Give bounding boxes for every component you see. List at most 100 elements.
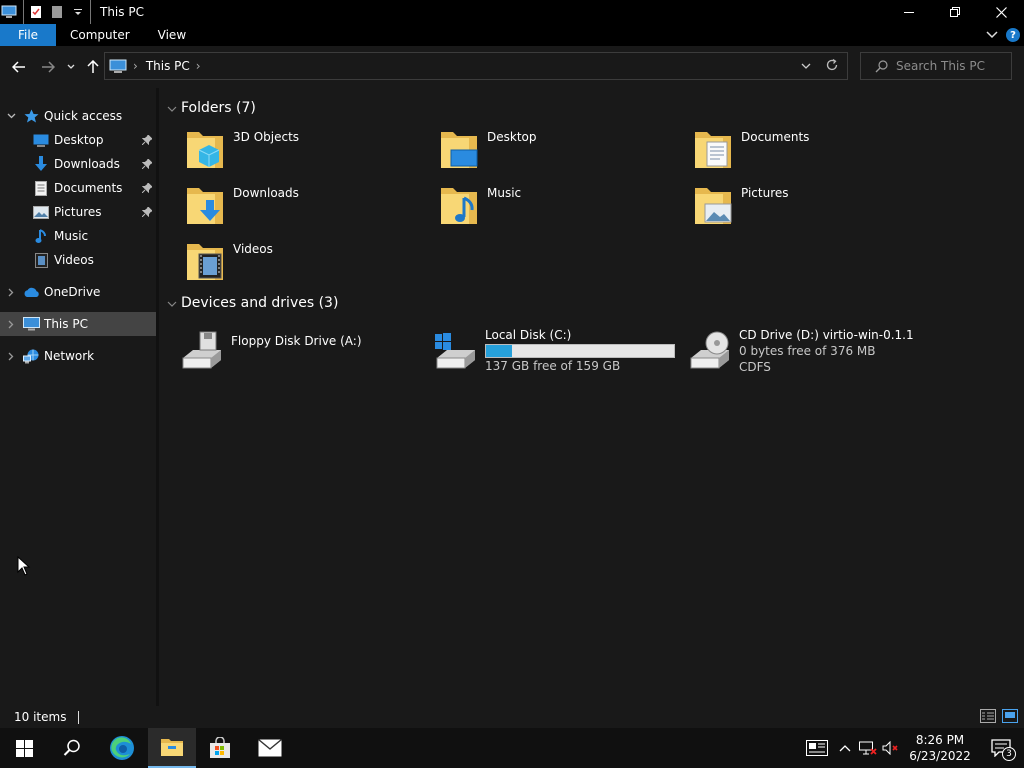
file-explorer-taskbar-icon[interactable] (148, 728, 196, 768)
action-center-icon[interactable]: 3 (978, 739, 1024, 761)
folder-music[interactable]: Music (415, 182, 665, 232)
nav-label: Network (44, 349, 95, 363)
new-folder-icon[interactable] (47, 0, 67, 24)
downloads-folder-icon (187, 188, 223, 224)
taskbar: 8:26 PM 6/23/2022 3 (0, 728, 1024, 768)
drive-cd-d[interactable]: CD Drive (D:) virtio-win-0.1.1 0 bytes f… (667, 328, 917, 378)
network-status-icon[interactable] (856, 741, 880, 755)
music-folder-icon (441, 188, 477, 224)
large-icons-view-icon[interactable] (1002, 709, 1018, 726)
folder-downloads[interactable]: Downloads (161, 182, 411, 232)
nav-item-pictures[interactable]: Pictures (0, 200, 156, 224)
recent-locations-button[interactable] (64, 58, 78, 76)
clock[interactable]: 8:26 PM 6/23/2022 (902, 732, 978, 764)
folder-desktop[interactable]: Desktop (415, 126, 665, 176)
chevron-down-icon[interactable] (167, 295, 181, 311)
pin-icon[interactable] (141, 158, 153, 172)
close-button[interactable] (978, 0, 1024, 24)
this-pc-icon (109, 59, 127, 73)
folder-documents[interactable]: Documents (669, 126, 919, 176)
nav-onedrive[interactable]: OneDrive (0, 280, 156, 304)
nav-item-videos[interactable]: Videos (0, 248, 156, 272)
details-view-icon[interactable] (980, 709, 996, 726)
download-icon (32, 156, 50, 172)
search-button[interactable] (48, 728, 96, 768)
news-and-interests-icon[interactable] (800, 740, 834, 756)
this-pc-icon[interactable] (0, 0, 18, 24)
navigation-pane: Quick access Desktop Downloads Documents… (0, 88, 156, 706)
nav-label: Quick access (44, 109, 123, 123)
store-icon[interactable] (196, 728, 244, 768)
back-button[interactable] (10, 58, 28, 76)
chevron-right-icon[interactable] (0, 288, 22, 297)
nav-this-pc[interactable]: This PC (0, 312, 156, 336)
item-count: 10 items (14, 710, 67, 724)
folders-group-header[interactable]: Folders (7) (167, 98, 256, 118)
video-icon (32, 252, 50, 268)
star-icon (22, 108, 40, 124)
nav-item-downloads[interactable]: Downloads (0, 152, 156, 176)
disk-usage-fill (486, 345, 513, 357)
chevron-down-icon[interactable] (167, 100, 181, 116)
folder-videos[interactable]: Videos (161, 238, 411, 288)
chevron-down-icon[interactable] (0, 113, 22, 119)
search-box[interactable] (860, 52, 1012, 80)
drive-local-c[interactable]: Local Disk (C:) 137 GB free of 159 GB (413, 328, 675, 378)
address-history-icon[interactable] (801, 59, 811, 73)
nav-label: This PC (44, 317, 88, 331)
expand-ribbon-icon[interactable] (986, 28, 998, 42)
minimize-button[interactable] (886, 0, 932, 24)
show-hidden-icons-chevron-icon[interactable] (834, 744, 856, 752)
nav-label: Videos (54, 253, 94, 267)
tab-computer[interactable]: Computer (56, 24, 144, 46)
pictures-folder-icon (695, 188, 732, 224)
picture-icon (32, 204, 50, 220)
folder-pictures[interactable]: Pictures (669, 182, 919, 232)
forward-button[interactable] (39, 58, 57, 76)
nav-quick-access[interactable]: Quick access (0, 104, 156, 128)
videos-folder-icon (187, 244, 223, 280)
breadcrumb-this-pc[interactable]: This PC (146, 59, 190, 73)
system-tray: 8:26 PM 6/23/2022 3 (800, 728, 1024, 768)
chevron-right-icon[interactable]: › (196, 59, 201, 73)
desktop-icon (32, 132, 50, 148)
folder-3d-objects[interactable]: 3D Objects (161, 126, 411, 176)
mouse-cursor-icon (17, 556, 31, 576)
properties-icon[interactable] (29, 0, 43, 24)
restore-button[interactable] (932, 0, 978, 24)
nav-item-music[interactable]: Music (0, 224, 156, 248)
pin-icon[interactable] (141, 182, 153, 196)
chevron-right-icon[interactable] (0, 320, 22, 329)
chevron-right-icon[interactable] (0, 352, 22, 361)
address-bar[interactable]: › This PC › (104, 52, 848, 80)
help-icon[interactable]: ? (1006, 28, 1020, 42)
chevron-right-icon[interactable]: › (133, 59, 138, 73)
nav-label: OneDrive (44, 285, 101, 299)
edge-browser-icon[interactable] (98, 728, 146, 768)
mail-icon[interactable] (246, 728, 294, 768)
refresh-icon[interactable] (825, 58, 839, 75)
address-row: › This PC › (0, 46, 1024, 88)
drive-floppy[interactable]: Floppy Disk Drive (A:) (159, 328, 409, 378)
documents-folder-icon (695, 132, 731, 168)
nav-item-documents[interactable]: Documents (0, 176, 156, 200)
drives-group-header[interactable]: Devices and drives (3) (167, 293, 338, 313)
volume-muted-icon[interactable] (880, 741, 902, 755)
status-bar: 10 items (0, 706, 1024, 728)
search-input[interactable] (896, 59, 1006, 73)
nav-network[interactable]: Network (0, 344, 156, 368)
tab-view[interactable]: View (144, 24, 200, 46)
3d-objects-folder-icon (187, 132, 223, 168)
customize-toolbar-icon[interactable] (71, 0, 85, 24)
tab-file[interactable]: File (0, 24, 56, 46)
pin-icon[interactable] (141, 134, 153, 148)
up-button[interactable] (84, 58, 102, 76)
content-pane: Folders (7) 3D Objects Desktop Documents… (159, 88, 1024, 706)
pin-icon[interactable] (141, 206, 153, 220)
clock-time: 8:26 PM (915, 733, 965, 747)
start-button[interactable] (0, 728, 48, 768)
local-disk-icon (435, 333, 475, 369)
music-icon (32, 228, 50, 244)
nav-item-desktop[interactable]: Desktop (0, 128, 156, 152)
notification-count-badge: 3 (1002, 747, 1016, 761)
